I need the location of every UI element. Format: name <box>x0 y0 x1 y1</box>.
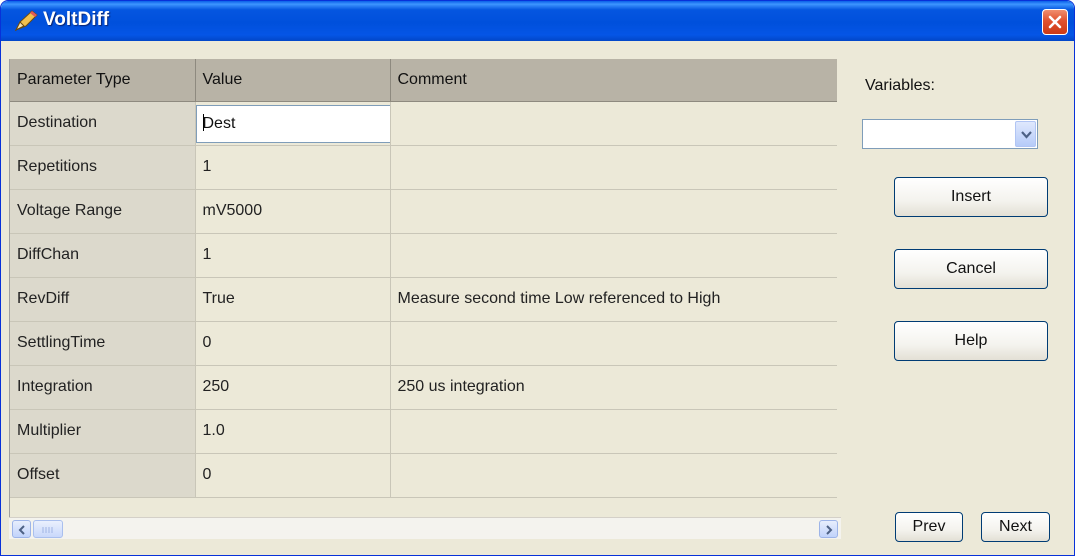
insert-button[interactable]: Insert <box>894 177 1048 217</box>
comment-cell[interactable] <box>390 189 837 234</box>
table-row: Repetitions 1 <box>10 145 837 190</box>
dropdown-button[interactable] <box>1015 121 1036 147</box>
param-name-cell[interactable]: Integration <box>10 365 196 410</box>
window-title: VoltDiff <box>43 9 110 30</box>
parameter-grid[interactable]: Parameter Type Value Comment Destination… <box>9 59 837 517</box>
prev-button[interactable]: Prev <box>895 512 963 542</box>
close-icon <box>1048 15 1062 29</box>
param-name-cell[interactable]: Multiplier <box>10 409 196 454</box>
comment-cell[interactable] <box>390 453 837 498</box>
table-row: Multiplier 1.0 <box>10 409 837 454</box>
param-name-cell[interactable]: Destination <box>10 101 196 146</box>
column-header-comment[interactable]: Comment <box>390 59 837 102</box>
value-cell[interactable]: True <box>195 277 391 322</box>
comment-cell[interactable] <box>390 321 837 366</box>
pen-icon <box>14 10 38 32</box>
next-button[interactable]: Next <box>981 512 1050 542</box>
value-cell[interactable]: 1 <box>195 145 391 190</box>
close-button[interactable] <box>1042 9 1068 35</box>
cancel-button[interactable]: Cancel <box>894 249 1048 289</box>
value-cell[interactable]: 1 <box>195 233 391 278</box>
title-bar[interactable]: VoltDiff <box>1 1 1074 41</box>
destination-value-input[interactable]: Dest <box>195 104 389 143</box>
comment-cell[interactable] <box>390 101 837 146</box>
table-row: Integration 250 250 us integration <box>10 365 837 410</box>
value-cell[interactable]: 250 <box>195 365 391 410</box>
param-name-cell[interactable]: Offset <box>10 453 196 498</box>
variables-dropdown[interactable] <box>862 119 1038 149</box>
chevron-down-icon <box>1021 131 1032 139</box>
comment-cell[interactable]: 250 us integration <box>390 365 837 410</box>
comment-cell[interactable]: Measure second time Low referenced to Hi… <box>390 277 837 322</box>
grip-icon <box>42 527 53 533</box>
horizontal-scrollbar[interactable] <box>9 517 841 539</box>
variables-label: Variables: <box>865 77 935 94</box>
arrow-left-icon <box>18 525 25 535</box>
grid-header-row: Parameter Type Value Comment <box>10 59 837 102</box>
value-cell[interactable]: 0 <box>195 453 391 498</box>
comment-cell[interactable] <box>390 409 837 454</box>
scroll-thumb[interactable] <box>33 520 63 538</box>
param-name-cell[interactable]: DiffChan <box>10 233 196 278</box>
param-name-cell[interactable]: Repetitions <box>10 145 196 190</box>
help-button[interactable]: Help <box>894 321 1048 361</box>
scroll-right-button[interactable] <box>819 520 838 538</box>
comment-cell[interactable] <box>390 233 837 278</box>
param-name-cell[interactable]: SettlingTime <box>10 321 196 366</box>
param-name-cell[interactable]: RevDiff <box>10 277 196 322</box>
column-header-value[interactable]: Value <box>195 59 391 102</box>
scroll-left-button[interactable] <box>12 520 31 538</box>
arrow-right-icon <box>826 525 833 535</box>
table-row: SettlingTime 0 <box>10 321 837 366</box>
table-row: Destination Dest <box>10 101 837 146</box>
table-row: Voltage Range mV5000 <box>10 189 837 234</box>
voltdiff-dialog: VoltDiff Parameter Type Value Comment De… <box>0 0 1075 556</box>
column-header-parameter-type[interactable]: Parameter Type <box>10 59 196 102</box>
destination-value-text: Dest <box>202 114 236 132</box>
comment-cell[interactable] <box>390 145 837 190</box>
value-cell[interactable]: mV5000 <box>195 189 391 234</box>
table-row: Offset 0 <box>10 453 837 498</box>
table-row: DiffChan 1 <box>10 233 837 278</box>
table-row: RevDiff True Measure second time Low ref… <box>10 277 837 322</box>
value-cell[interactable]: 0 <box>195 321 391 366</box>
param-name-cell[interactable]: Voltage Range <box>10 189 196 234</box>
value-cell[interactable]: Dest <box>195 101 391 146</box>
value-cell[interactable]: 1.0 <box>195 409 391 454</box>
